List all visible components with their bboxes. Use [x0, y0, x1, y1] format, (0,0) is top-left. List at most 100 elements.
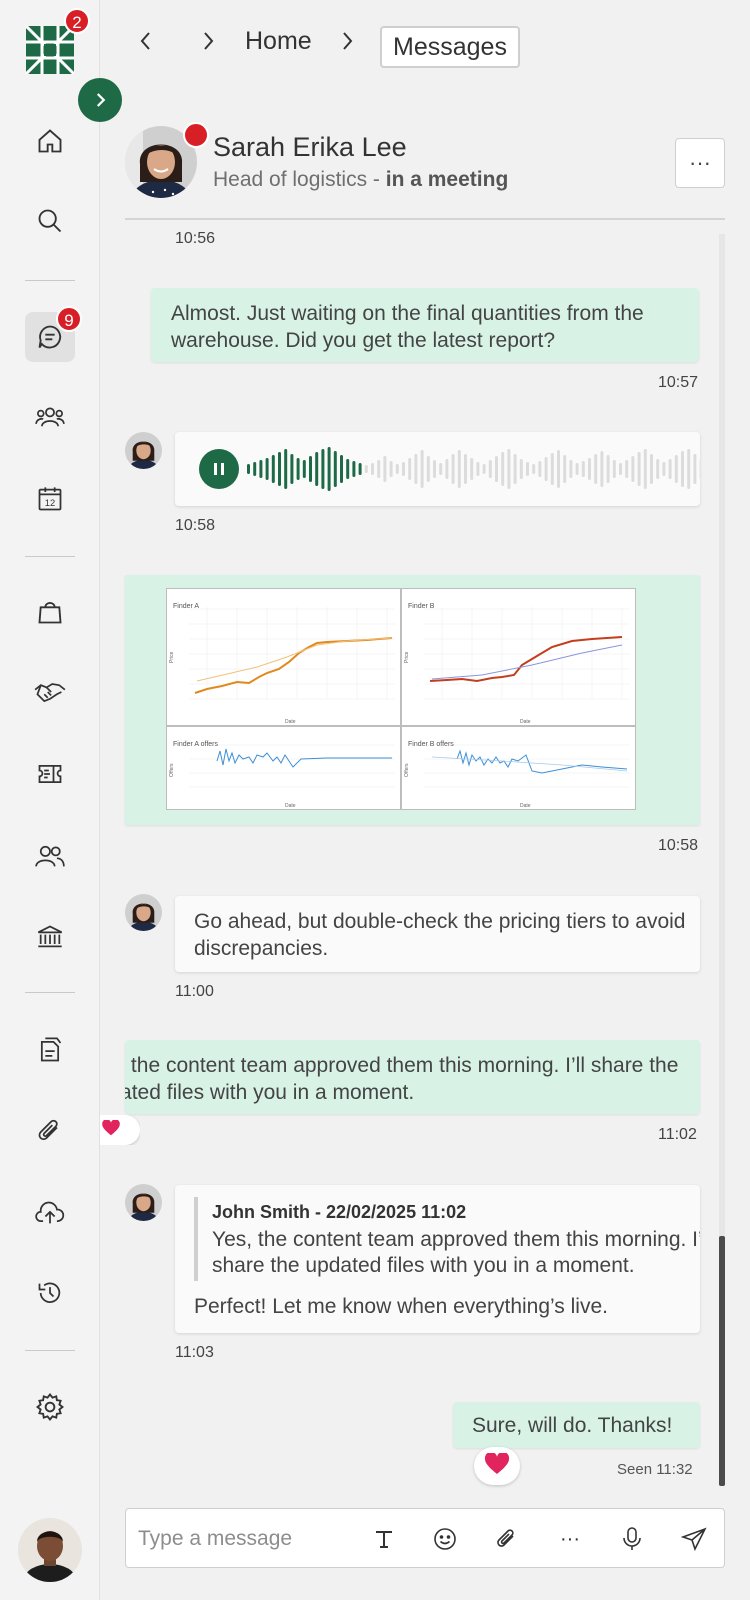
- waveform-bar: [315, 452, 319, 486]
- attach-button[interactable]: [487, 1519, 527, 1559]
- send-button[interactable]: [674, 1519, 714, 1559]
- message-input[interactable]: [138, 1521, 358, 1557]
- outgoing-message[interactable]: Yes, the content team approved them this…: [125, 1040, 700, 1114]
- sidebar-item-upload[interactable]: [25, 1188, 75, 1238]
- more-tools-button[interactable]: ···: [550, 1519, 590, 1559]
- send-icon: [681, 1527, 707, 1551]
- waveform-bar: [426, 456, 430, 482]
- voice-record-button[interactable]: [612, 1519, 652, 1559]
- more-options-button[interactable]: ···: [675, 138, 725, 188]
- outgoing-message[interactable]: Almost. Just waiting on the final quanti…: [151, 288, 699, 362]
- message-text: Go ahead, but double-check the pricing t…: [194, 910, 686, 960]
- svg-text:Offers: Offers: [404, 763, 410, 777]
- sidebar-item-shopping[interactable]: [25, 587, 75, 637]
- waveform-bar: [569, 460, 573, 478]
- waveform-bar: [488, 460, 492, 478]
- waveform-bar: [271, 455, 275, 483]
- waveform-bar: [557, 450, 560, 488]
- chart-panel: Finder A offers Offers Date: [166, 726, 401, 810]
- chart-title: Finder B: [408, 603, 435, 610]
- waveform-bar: [681, 451, 684, 487]
- svg-text:Date: Date: [520, 803, 531, 809]
- message-reaction[interactable]: [100, 1115, 140, 1145]
- waveform-bar: [674, 455, 678, 483]
- waveform-bar: [389, 461, 393, 477]
- calendar-icon: 12: [38, 487, 62, 511]
- waveform-bar: [395, 464, 399, 474]
- nav-divider: [25, 992, 75, 993]
- sidebar-item-calendar[interactable]: 12: [25, 474, 75, 524]
- outgoing-message[interactable]: Sure, will do. Thanks!: [453, 1402, 700, 1448]
- app-logo[interactable]: [24, 24, 76, 76]
- waveform-bar: [265, 458, 269, 480]
- user-avatar[interactable]: [18, 1518, 82, 1582]
- chart-title: Finder B offers: [408, 741, 454, 748]
- waveform-bar: [501, 452, 505, 486]
- report-image[interactable]: Finder A Price Date Finder B Price Date …: [166, 588, 636, 810]
- quote-text: Yes, the content team approved them this…: [212, 1228, 700, 1277]
- waveform-bar: [383, 456, 387, 482]
- incoming-reply-message[interactable]: John Smith - 22/02/2025 11:02 Yes, the c…: [175, 1185, 700, 1333]
- heart-icon: [102, 1118, 120, 1141]
- breadcrumb-home[interactable]: Home: [245, 20, 312, 62]
- sidebar-item-groups[interactable]: [25, 392, 75, 442]
- search-icon: [38, 209, 62, 233]
- sidebar-item-bank[interactable]: [25, 912, 75, 962]
- waveform-bar: [259, 460, 263, 478]
- incoming-message[interactable]: Go ahead, but double-check the pricing t…: [175, 896, 700, 972]
- waveform-bar: [507, 449, 511, 489]
- forward-button[interactable]: [188, 20, 228, 62]
- more-icon: ···: [560, 1527, 580, 1550]
- waveform-bar: [619, 463, 622, 475]
- waveform-bar: [581, 461, 585, 477]
- heart-icon: [484, 1451, 510, 1480]
- waveform-bar: [302, 460, 306, 478]
- svg-text:12: 12: [45, 498, 55, 508]
- waveform-bar: [377, 460, 381, 478]
- waveform-bar: [538, 461, 542, 477]
- contact-status: in a meeting: [385, 168, 509, 191]
- sidebar-item-documents[interactable]: [25, 1025, 75, 1075]
- outgoing-image-message[interactable]: Finder A Price Date Finder B Price Date …: [125, 575, 700, 825]
- waveform-bar: [364, 465, 368, 473]
- sidebar-item-tickets[interactable]: [25, 749, 75, 799]
- contact-name: Sarah Erika Lee: [213, 132, 407, 162]
- waveform-bar: [482, 464, 486, 474]
- waveform-bar: [457, 450, 461, 488]
- sidebar-item-search[interactable]: [25, 196, 75, 246]
- waveform-bar: [476, 462, 480, 476]
- waveform-bar: [470, 458, 474, 480]
- format-text-button[interactable]: [364, 1519, 404, 1559]
- message-reaction[interactable]: [474, 1447, 520, 1485]
- collapse-sidebar-button[interactable]: [78, 78, 122, 122]
- breadcrumb-messages[interactable]: Messages: [380, 26, 520, 68]
- pause-button[interactable]: [199, 449, 239, 489]
- sidebar-item-history[interactable]: [25, 1268, 75, 1318]
- scrollbar-thumb[interactable]: [719, 1236, 725, 1486]
- waveform-bar: [371, 463, 374, 475]
- sidebar-item-deals[interactable]: [25, 667, 75, 717]
- waveform-bar: [575, 463, 579, 475]
- waveform-bar: [495, 456, 498, 482]
- voice-message[interactable]: [175, 432, 700, 506]
- waveform-bar: [550, 453, 554, 485]
- nav-divider: [25, 556, 75, 557]
- waveform-bar: [290, 454, 294, 484]
- message-time: 11:02: [658, 1126, 697, 1143]
- sidebar-item-attachments[interactable]: [25, 1106, 75, 1156]
- contact-header: Sarah Erika Lee Head of logistics - in a…: [125, 122, 725, 218]
- message-text: Sure, will do. Thanks!: [472, 1414, 673, 1437]
- voice-waveform[interactable]: [247, 442, 700, 496]
- gear-icon: [35, 1392, 65, 1422]
- message-text: Perfect! Let me know when everything’s l…: [194, 1295, 608, 1318]
- emoji-button[interactable]: [425, 1519, 465, 1559]
- sidebar-item-settings[interactable]: [25, 1382, 75, 1432]
- back-button[interactable]: [126, 20, 166, 62]
- sidebar-item-home[interactable]: [25, 116, 75, 166]
- sender-avatar: [125, 1184, 162, 1221]
- top-navigation: Home Messages: [100, 0, 750, 96]
- sidebar-item-contacts[interactable]: [25, 831, 75, 881]
- sender-avatar: [125, 432, 162, 469]
- notification-badge: 2: [64, 8, 90, 34]
- people-icon: [35, 407, 65, 427]
